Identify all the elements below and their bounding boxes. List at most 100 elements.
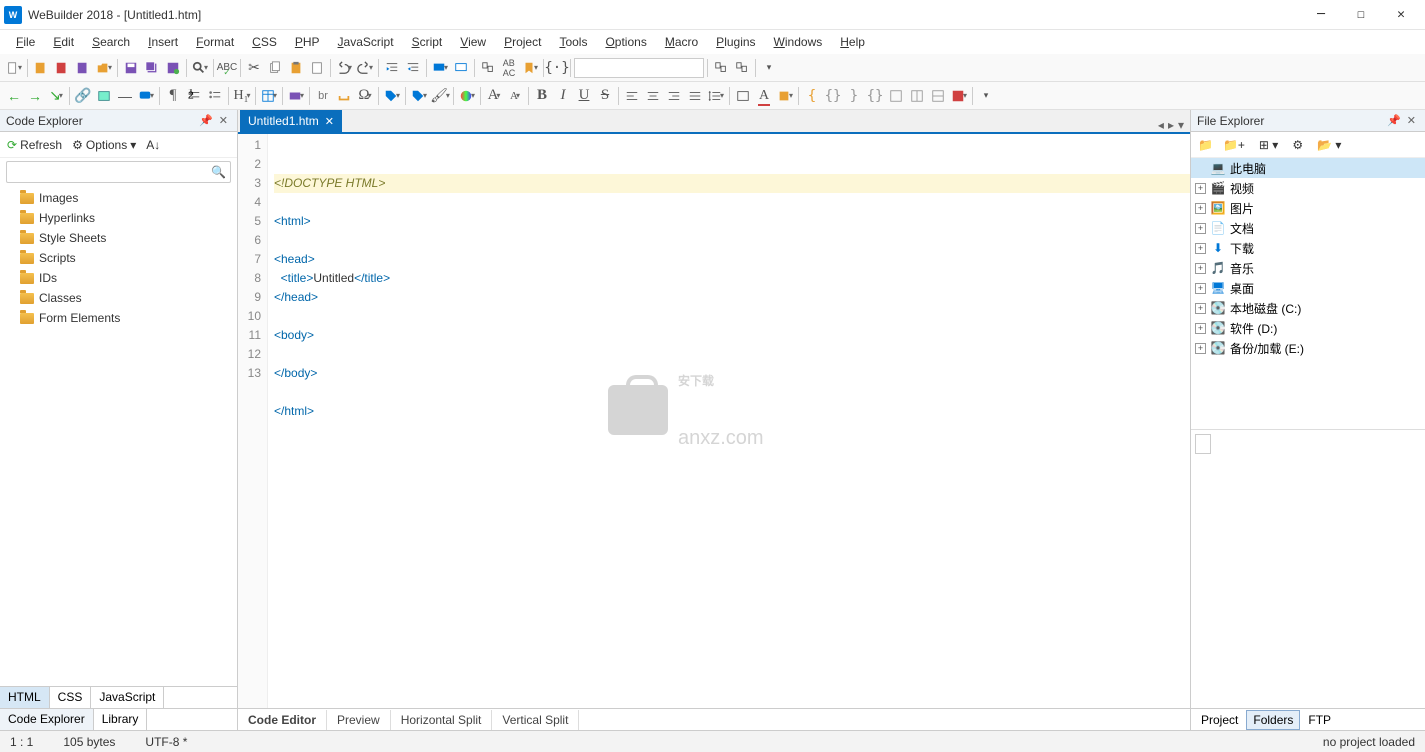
outdent-icon[interactable] <box>403 58 423 78</box>
back-icon[interactable]: ← <box>4 86 24 106</box>
bold-icon[interactable]: B <box>532 86 552 106</box>
tree-item[interactable]: Form Elements <box>0 308 237 328</box>
find-icon[interactable] <box>190 58 210 78</box>
menu-format[interactable]: Format <box>188 32 242 52</box>
view-icon[interactable]: ⊞ ▾ <box>1256 136 1281 154</box>
menu-project[interactable]: Project <box>496 32 549 52</box>
brace-right-icon[interactable]: } <box>844 86 864 106</box>
code-editor[interactable]: 12345678910111213 <!DOCTYPE HTML> <html>… <box>238 134 1190 708</box>
menu-windows[interactable]: Windows <box>766 32 831 52</box>
tree-item[interactable]: Images <box>0 188 237 208</box>
comment-icon[interactable] <box>430 58 450 78</box>
strike-icon[interactable]: S <box>595 86 615 106</box>
tab-code-explorer[interactable]: Code Explorer <box>0 709 94 730</box>
menu-edit[interactable]: Edit <box>45 32 82 52</box>
nbsp-icon[interactable] <box>334 86 354 106</box>
menu-file[interactable]: File <box>8 32 43 52</box>
align-left-icon[interactable] <box>622 86 642 106</box>
php-file-icon[interactable] <box>73 58 93 78</box>
file-tree-item[interactable]: +🖥桌面 <box>1191 278 1425 298</box>
file-tree-item[interactable]: +💽本地磁盘 (C:) <box>1191 298 1425 318</box>
file-tree-item[interactable]: 💻此电脑 <box>1191 158 1425 178</box>
omega-icon[interactable]: Ω <box>355 86 375 106</box>
tab-vsplit[interactable]: Vertical Split <box>492 710 579 730</box>
redo-icon[interactable] <box>355 58 375 78</box>
align-justify-icon[interactable] <box>685 86 705 106</box>
options-button[interactable]: ⚙ Options ▾ <box>69 136 139 154</box>
uncomment-icon[interactable] <box>451 58 471 78</box>
file-tree-item[interactable]: +⬇下载 <box>1191 238 1425 258</box>
paragraph-icon[interactable]: ¶ <box>163 86 183 106</box>
tab-next-icon[interactable]: ▸ <box>1168 118 1174 132</box>
new-folder-icon[interactable]: 📁+ <box>1220 136 1248 154</box>
css-file-icon[interactable] <box>52 58 72 78</box>
tab-preview[interactable]: Preview <box>327 710 391 730</box>
tab-project[interactable]: Project <box>1195 711 1244 729</box>
bookmark-icon[interactable] <box>520 58 540 78</box>
tag-icon[interactable] <box>382 86 402 106</box>
font-color-icon[interactable]: A <box>754 86 774 106</box>
underline-icon[interactable]: U <box>574 86 594 106</box>
search-input[interactable]: 🔍 <box>6 161 231 183</box>
layout2-icon[interactable] <box>907 86 927 106</box>
tab-html[interactable]: HTML <box>0 687 50 708</box>
brush-icon[interactable]: 🖌 <box>430 86 450 106</box>
table-icon[interactable] <box>259 86 279 106</box>
menu-tools[interactable]: Tools <box>551 32 595 52</box>
folder-open-icon[interactable]: 📂 ▾ <box>1314 136 1344 154</box>
validate-icon[interactable] <box>949 86 969 106</box>
menu-plugins[interactable]: Plugins <box>708 32 763 52</box>
indent-icon[interactable] <box>382 58 402 78</box>
highlight-icon[interactable] <box>775 86 795 106</box>
line-spacing-icon[interactable] <box>706 86 726 106</box>
menu-css[interactable]: CSS <box>244 32 285 52</box>
font-icon[interactable]: A <box>484 86 504 106</box>
tab-folders[interactable]: Folders <box>1246 710 1300 730</box>
close-panel-icon[interactable]: ✕ <box>1407 114 1416 127</box>
file-tree-item[interactable]: +🎵音乐 <box>1191 258 1425 278</box>
tree-item[interactable]: Hyperlinks <box>0 208 237 228</box>
ul-icon[interactable] <box>205 86 225 106</box>
tree-item[interactable]: Classes <box>0 288 237 308</box>
save-all-icon[interactable] <box>142 58 162 78</box>
save-as-icon[interactable] <box>163 58 183 78</box>
tab-javascript[interactable]: JavaScript <box>91 687 164 708</box>
gear-icon[interactable]: ⚙ <box>1289 136 1306 154</box>
file-tree-item[interactable]: +🖼️图片 <box>1191 198 1425 218</box>
menu-view[interactable]: View <box>452 32 494 52</box>
menu-insert[interactable]: Insert <box>140 32 186 52</box>
find-prev-icon[interactable] <box>732 58 752 78</box>
brace-left-icon[interactable]: { <box>802 86 822 106</box>
tab-menu-icon[interactable]: ▾ <box>1178 118 1184 132</box>
image-icon[interactable] <box>94 86 114 106</box>
tab-ftp[interactable]: FTP <box>1302 711 1337 729</box>
color-wheel-icon[interactable] <box>457 86 477 106</box>
hr-icon[interactable]: — <box>115 86 135 106</box>
code-braces-icon[interactable]: {·} <box>547 58 567 78</box>
italic-icon[interactable]: I <box>553 86 573 106</box>
replace-icon[interactable]: ABAC <box>499 58 519 78</box>
pin-icon[interactable]: 📌 <box>199 114 213 127</box>
braces2-icon[interactable]: {} <box>865 86 885 106</box>
pin-icon[interactable]: 📌 <box>1387 114 1401 127</box>
tree-item[interactable]: IDs <box>0 268 237 288</box>
file-tree-item[interactable]: +💽软件 (D:) <box>1191 318 1425 338</box>
cut-icon[interactable]: ✂ <box>244 58 264 78</box>
speech-icon[interactable] <box>136 86 156 106</box>
html-file-icon[interactable] <box>31 58 51 78</box>
br-icon[interactable]: br <box>313 86 333 106</box>
ol-icon[interactable]: 12 <box>184 86 204 106</box>
form-icon[interactable] <box>286 86 306 106</box>
tab-library[interactable]: Library <box>94 709 148 730</box>
spellcheck-icon[interactable]: ABC✓ <box>217 58 237 78</box>
quick-search-combo[interactable] <box>574 58 704 78</box>
align-center-icon[interactable] <box>643 86 663 106</box>
menu-options[interactable]: Options <box>597 32 654 52</box>
open-file-icon[interactable] <box>94 58 114 78</box>
menu-script[interactable]: Script <box>404 32 451 52</box>
div-icon[interactable] <box>733 86 753 106</box>
layout1-icon[interactable] <box>886 86 906 106</box>
find-in-files-icon[interactable] <box>478 58 498 78</box>
menu-javascript[interactable]: JavaScript <box>330 32 402 52</box>
close-panel-icon[interactable]: ✕ <box>219 114 228 127</box>
